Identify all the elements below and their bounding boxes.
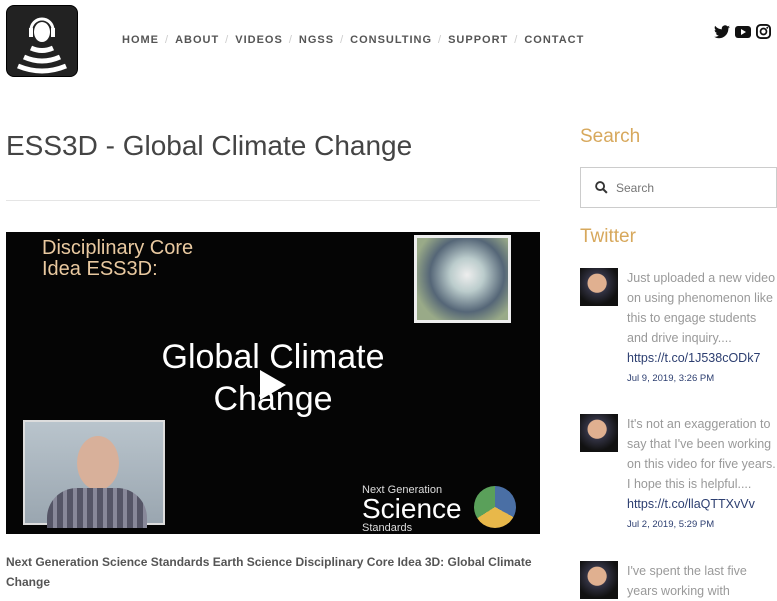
nav-consulting[interactable]: CONSULTING bbox=[350, 34, 432, 46]
social-links bbox=[714, 24, 771, 39]
avatar[interactable] bbox=[580, 268, 618, 306]
tweet-date[interactable]: Jul 2, 2019, 5:29 PM bbox=[627, 514, 777, 536]
tweet-link[interactable]: https://t.co/1J538cODk7 bbox=[627, 348, 777, 368]
avatar[interactable] bbox=[580, 561, 618, 599]
nav-separator: / bbox=[340, 34, 345, 46]
tweet-link[interactable]: https://t.co/llaQTTXvVv bbox=[627, 494, 777, 514]
search-icon bbox=[595, 181, 608, 194]
search-input[interactable] bbox=[616, 180, 756, 195]
avatar[interactable] bbox=[580, 414, 618, 452]
nav-about[interactable]: ABOUT bbox=[175, 34, 219, 46]
main-nav: HOME / ABOUT / VIDEOS / NGSS / CONSULTING / S… bbox=[122, 34, 584, 46]
tweet-text: It's not an exaggeration to say that I'v… bbox=[627, 417, 776, 491]
search-box[interactable] bbox=[580, 167, 777, 208]
nav-separator: / bbox=[225, 34, 230, 46]
twitter-heading: Twitter bbox=[580, 226, 636, 247]
nav-support[interactable]: SUPPORT bbox=[448, 34, 508, 46]
nav-contact[interactable]: CONTACT bbox=[524, 34, 584, 46]
video-player[interactable]: Disciplinary Core Idea ESS3D: Global Clim… bbox=[6, 232, 540, 534]
search-heading: Search bbox=[580, 126, 641, 147]
presenter-image bbox=[23, 420, 165, 528]
tweet-date[interactable]: Jul 9, 2019, 3:26 PM bbox=[627, 368, 777, 390]
play-icon[interactable] bbox=[260, 370, 286, 400]
satellite-image bbox=[414, 235, 511, 323]
tweet-text: Just uploaded a new video on using pheno… bbox=[627, 271, 776, 345]
nav-separator: / bbox=[514, 34, 519, 46]
nav-videos[interactable]: VIDEOS bbox=[235, 34, 283, 46]
ngss-pie-icon bbox=[474, 486, 516, 528]
nav-separator: / bbox=[165, 34, 170, 46]
video-caption: Next Generation Science Standards Earth … bbox=[6, 555, 532, 589]
divider bbox=[6, 200, 540, 201]
twitter-icon[interactable] bbox=[714, 24, 730, 39]
page-title: ESS3D - Global Climate Change bbox=[6, 130, 413, 161]
ngss-logo: Next Generation Science Standards bbox=[362, 484, 462, 534]
video-thumbnail-label: Disciplinary Core Idea ESS3D: bbox=[42, 237, 194, 280]
tweet-text: I've spent the last five years working w… bbox=[627, 564, 747, 598]
site-logo[interactable] bbox=[6, 5, 78, 77]
nav-separator: / bbox=[288, 34, 293, 46]
nav-home[interactable]: HOME bbox=[122, 34, 159, 46]
youtube-icon[interactable] bbox=[735, 25, 751, 38]
nav-separator: / bbox=[438, 34, 443, 46]
nav-ngss[interactable]: NGSS bbox=[299, 34, 334, 46]
instagram-icon[interactable] bbox=[756, 24, 771, 39]
